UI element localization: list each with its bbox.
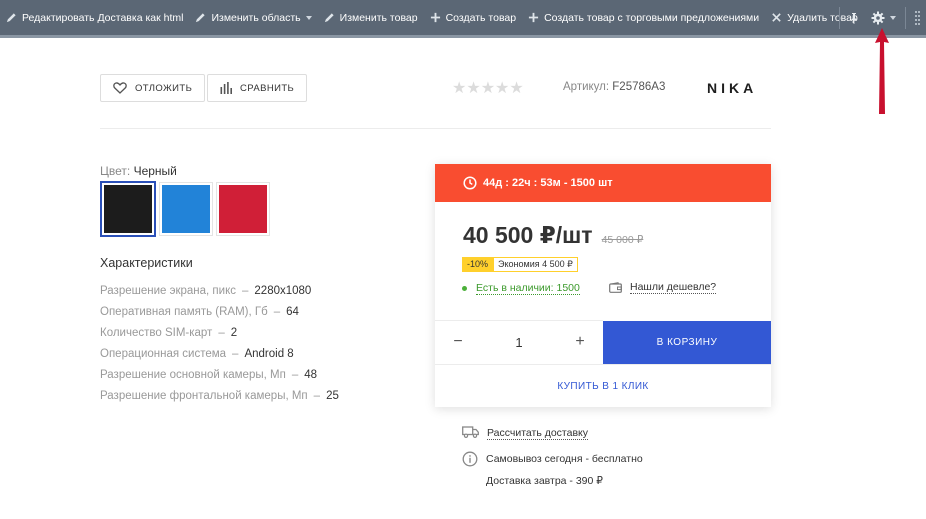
current-price: 40 500 ₽/шт — [463, 222, 593, 248]
pencil-icon — [196, 13, 206, 23]
compare-label: СРАВНИТЬ — [240, 82, 295, 94]
price-row: 40 500 ₽/шт 45 000 ₽ — [463, 222, 643, 249]
rating-stars[interactable]: ★★★★★ — [452, 78, 524, 98]
characteristic-value: 48 — [304, 369, 318, 381]
old-price: 45 000 ₽ — [601, 234, 644, 246]
delivery-options: Самовывоз сегодня - бесплатно Доставка з… — [486, 452, 643, 496]
gear-icon[interactable] — [865, 11, 902, 25]
characteristic-name: Разрешение фронтальной камеры, Мп — [100, 390, 308, 402]
characteristic-row: Операционная система – Android 8 — [100, 348, 294, 360]
divider — [100, 128, 771, 129]
compare-bars-icon — [220, 82, 232, 94]
edit-area-button[interactable]: Изменить область — [189, 0, 317, 35]
create-product-button[interactable]: Создать товар — [424, 0, 523, 35]
heart-icon — [113, 82, 127, 94]
defer-label: ОТЛОЖИТЬ — [135, 82, 193, 94]
found-cheaper-link[interactable]: Нашли дешевле? — [609, 281, 717, 294]
characteristic-name: Разрешение экрана, пикс — [100, 285, 236, 297]
pin-icon[interactable] — [843, 12, 865, 24]
color-swatch-blue[interactable] — [159, 182, 213, 236]
calc-delivery-row: Рассчитать доставку — [462, 426, 643, 449]
characteristic-value: 64 — [286, 306, 299, 318]
quantity-decrease-button[interactable]: − — [451, 333, 465, 351]
savings-badge: Экономия 4 500 ₽ — [493, 257, 578, 272]
characteristic-row: Разрешение фронтальной камеры, Мп –25 — [100, 390, 339, 402]
clock-icon — [463, 176, 477, 190]
quantity-value[interactable]: 1 — [515, 335, 522, 350]
characteristic-name: Оперативная память (RAM), Гб — [100, 306, 268, 318]
sku: Артикул: F25786A3 — [563, 81, 665, 93]
buy-one-click-button[interactable]: КУПИТЬ В 1 КЛИК — [435, 365, 771, 407]
characteristic-row: Разрешение экрана, пикс –2280x1080 — [100, 285, 312, 297]
edit-product-label: Изменить товар — [339, 11, 418, 24]
characteristic-value: 2 — [230, 327, 238, 339]
characteristics-title: Характеристики — [100, 256, 193, 270]
sku-value: F25786A3 — [612, 81, 666, 93]
create-product-label: Создать товар — [445, 11, 517, 24]
characteristic-name: Количество SIM-карт — [100, 327, 213, 339]
compare-button[interactable]: СРАВНИТЬ — [207, 74, 308, 102]
brand-logo[interactable]: NIKA — [707, 80, 757, 96]
offer-timer: 44д : 22ч : 53м - 1500 шт — [435, 164, 771, 202]
color-selected-value: Черный — [133, 164, 177, 178]
info-icon — [462, 451, 478, 467]
buy-one-click-label: КУПИТЬ В 1 КЛИК — [557, 380, 649, 392]
characteristic-row: Разрешение основной камеры, Мп –48 — [100, 369, 318, 381]
characteristic-row: Оперативная память (RAM), Гб –64 — [100, 306, 299, 318]
close-icon — [772, 13, 781, 22]
discount-badge: -10% — [462, 257, 494, 272]
characteristic-value: 2280x1080 — [254, 285, 312, 297]
add-to-cart-button[interactable]: В КОРЗИНУ — [603, 321, 771, 364]
color-swatch-red[interactable] — [216, 182, 270, 236]
characteristics-list: Разрешение экрана, пикс –2280x1080 Операт… — [100, 285, 339, 411]
discount-badges: -10% Экономия 4 500 ₽ — [462, 257, 578, 272]
plus-icon — [529, 12, 539, 23]
stock-status-link[interactable]: Есть в наличии: 1500 — [476, 282, 580, 295]
pencil-icon — [6, 13, 16, 23]
edit-product-button[interactable]: Изменить товар — [318, 0, 424, 35]
pickup-text: Самовывоз сегодня - бесплатно — [486, 453, 643, 465]
annotation-arrow-icon — [875, 28, 889, 114]
color-label: Цвет: Черный — [100, 164, 177, 178]
edit-delivery-html-button[interactable]: Редактировать Доставка как html — [0, 0, 189, 35]
plus-icon — [430, 12, 440, 23]
pickup-row: Самовывоз сегодня - бесплатно Доставка з… — [462, 451, 643, 496]
stock-dot-icon — [462, 286, 467, 291]
characteristic-value: Android 8 — [244, 348, 294, 360]
delivery-tomorrow-text: Доставка завтра - 390 ₽ — [486, 475, 603, 487]
chevron-down-icon[interactable] — [305, 15, 312, 20]
defer-button[interactable]: ОТЛОЖИТЬ — [100, 74, 206, 102]
calc-delivery-link[interactable]: Рассчитать доставку — [487, 427, 588, 440]
sku-label: Артикул: — [563, 81, 610, 93]
truck-icon — [462, 426, 479, 438]
chevron-down-icon[interactable] — [890, 15, 896, 20]
quantity-stepper: − 1 + — [435, 321, 603, 363]
toolbar-divider — [905, 6, 906, 29]
delivery-info: Рассчитать доставку Самовывоз сегодня - … — [462, 426, 643, 496]
found-cheaper-label[interactable]: Нашли дешевле? — [630, 281, 717, 294]
admin-toolbar: Редактировать Доставка как html Изменить… — [0, 0, 926, 38]
stock-status[interactable]: Есть в наличии: 1500 — [462, 282, 580, 295]
characteristic-name: Операционная система — [100, 348, 227, 360]
wallet-icon — [609, 282, 622, 293]
buy-card: 44д : 22ч : 53м - 1500 шт 40 500 ₽/шт 45… — [435, 164, 771, 407]
create-product-with-offers-label: Создать товар с торговыми предложениями — [544, 11, 760, 24]
characteristic-value: 25 — [326, 390, 339, 402]
drag-handle-icon[interactable] — [915, 10, 920, 25]
quantity-increase-button[interactable]: + — [573, 333, 587, 351]
edit-delivery-html-label: Редактировать Доставка как html — [22, 11, 184, 24]
color-label-text: Цвет: — [100, 164, 131, 178]
characteristic-row: Количество SIM-карт –2 — [100, 327, 238, 339]
timer-text: 44д : 22ч : 53м - 1500 шт — [483, 177, 613, 189]
edit-area-label: Изменить область — [211, 11, 301, 24]
color-swatch-black[interactable] — [100, 181, 156, 237]
create-product-with-offers-button[interactable]: Создать товар с торговыми предложениями — [522, 0, 765, 35]
toolbar-divider — [839, 6, 840, 29]
characteristic-name: Разрешение основной камеры, Мп — [100, 369, 286, 381]
pencil-icon — [324, 13, 334, 23]
add-to-cart-label: В КОРЗИНУ — [656, 337, 718, 348]
